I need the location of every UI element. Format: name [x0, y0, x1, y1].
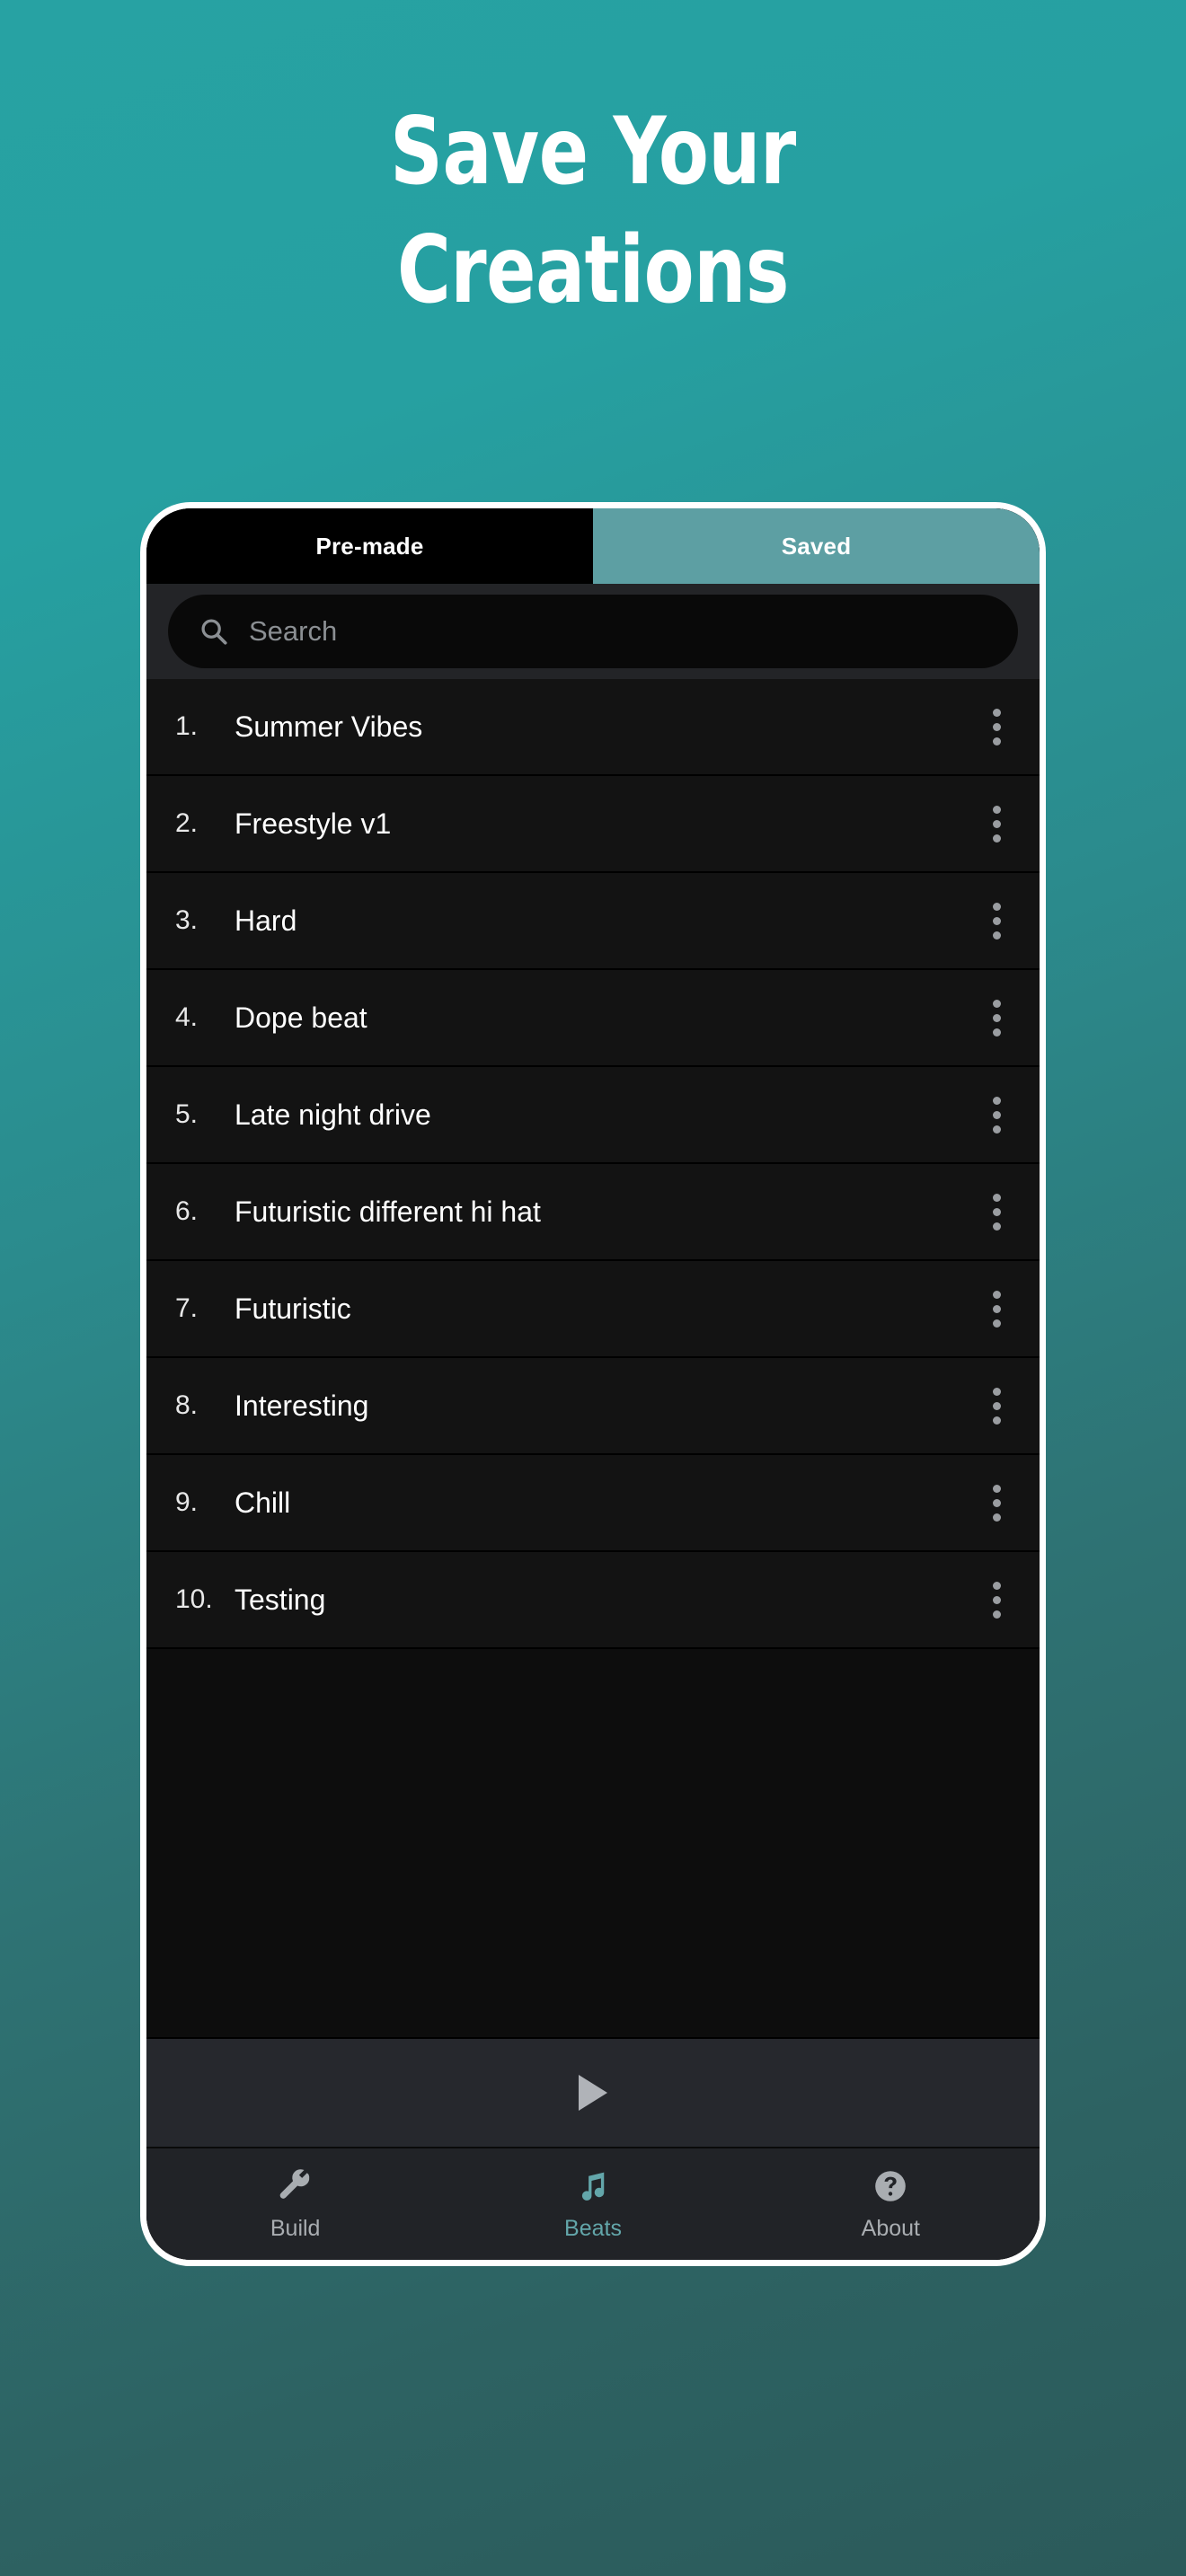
list-item[interactable]: 4. Dope beat — [146, 970, 1040, 1067]
kebab-menu-icon[interactable] — [973, 1476, 1020, 1530]
list-item-title: Interesting — [235, 1389, 369, 1422]
search-placeholder: Search — [249, 615, 338, 647]
list-item[interactable]: 6. Futuristic different hi hat — [146, 1164, 1040, 1261]
search-input[interactable]: Search — [168, 595, 1018, 668]
beat-list[interactable]: 1. Summer Vibes 2. Freestyle v1 3. Hard 4. Dope… — [146, 679, 1040, 2037]
list-item[interactable]: 5. Late night drive — [146, 1067, 1040, 1164]
search-icon — [201, 619, 227, 645]
bottom-navigation: Build Beats About — [146, 2147, 1040, 2260]
list-item-index: 7. — [175, 1293, 199, 1323]
list-item-title: Summer Vibes — [235, 710, 423, 743]
tab-pre-made[interactable]: Pre-made — [146, 508, 593, 584]
page-title: Save Your Creations — [71, 106, 1115, 317]
kebab-menu-icon[interactable] — [973, 991, 1020, 1045]
play-icon[interactable] — [579, 2075, 607, 2111]
list-item[interactable]: 8. Interesting — [146, 1358, 1040, 1455]
nav-item-build-label: Build — [270, 2215, 321, 2241]
list-item-index: 4. — [175, 1002, 199, 1032]
promo-screen: Save Your Creations Pre-made Saved Searc… — [0, 0, 1186, 2576]
list-empty-area — [146, 1649, 1040, 2037]
kebab-menu-icon[interactable] — [973, 1088, 1020, 1142]
list-item[interactable]: 2. Freestyle v1 — [146, 776, 1040, 873]
list-item-title: Futuristic different hi hat — [235, 1195, 541, 1228]
list-item[interactable]: 3. Hard — [146, 873, 1040, 970]
kebab-menu-icon[interactable] — [973, 797, 1020, 851]
search-bar-container: Search — [146, 584, 1040, 679]
list-item-title: Chill — [235, 1486, 291, 1519]
list-item[interactable]: 7. Futuristic — [146, 1261, 1040, 1358]
list-item-index: 2. — [175, 808, 199, 838]
list-item-index: 6. — [175, 1196, 199, 1226]
wrench-icon — [279, 2168, 309, 2199]
list-item-title: Late night drive — [235, 1098, 431, 1131]
nav-item-about-label: About — [861, 2215, 920, 2241]
transport-bar — [146, 2037, 1040, 2147]
kebab-menu-icon[interactable] — [973, 1573, 1020, 1627]
list-item-title: Dope beat — [235, 1001, 367, 1034]
list-item-title: Testing — [235, 1583, 326, 1616]
nav-item-about[interactable]: About — [742, 2148, 1040, 2260]
kebab-menu-icon[interactable] — [973, 1185, 1020, 1239]
nav-item-beats[interactable]: Beats — [444, 2148, 741, 2260]
list-item-index: 8. — [175, 1390, 199, 1420]
question-circle-icon — [875, 2170, 907, 2201]
list-item-index: 3. — [175, 905, 199, 935]
list-item-title: Freestyle v1 — [235, 807, 392, 840]
list-item-index: 9. — [175, 1487, 199, 1517]
headline-line-2: Creations — [396, 216, 790, 324]
top-tab-bar: Pre-made Saved — [146, 508, 1040, 584]
kebab-menu-icon[interactable] — [973, 700, 1020, 754]
headline-line-1: Save Your — [390, 98, 796, 206]
kebab-menu-icon[interactable] — [973, 894, 1020, 948]
list-item[interactable]: 9. Chill — [146, 1455, 1040, 1552]
list-item-title: Hard — [235, 904, 297, 937]
list-item[interactable]: 1. Summer Vibes — [146, 679, 1040, 776]
nav-item-build[interactable]: Build — [146, 2148, 444, 2260]
tab-saved-label: Saved — [781, 532, 852, 560]
list-item-index: 1. — [175, 711, 199, 741]
list-item[interactable]: 10. Testing — [146, 1552, 1040, 1649]
kebab-menu-icon[interactable] — [973, 1379, 1020, 1433]
list-item-index: 5. — [175, 1099, 199, 1129]
list-item-title: Futuristic — [235, 1292, 351, 1325]
beat-list-rows: 1. Summer Vibes 2. Freestyle v1 3. Hard 4. Dope… — [146, 679, 1040, 1649]
tab-pre-made-label: Pre-made — [315, 532, 424, 560]
kebab-menu-icon[interactable] — [973, 1282, 1020, 1336]
phone-screen: Pre-made Saved Search 1. Summer Vibes 2.… — [146, 508, 1040, 2260]
list-item-index: 10. — [175, 1584, 213, 1614]
music-note-icon — [581, 2172, 605, 2201]
phone-mockup: Pre-made Saved Search 1. Summer Vibes 2.… — [140, 502, 1046, 2266]
nav-item-beats-label: Beats — [564, 2215, 622, 2241]
tab-saved[interactable]: Saved — [593, 508, 1040, 584]
